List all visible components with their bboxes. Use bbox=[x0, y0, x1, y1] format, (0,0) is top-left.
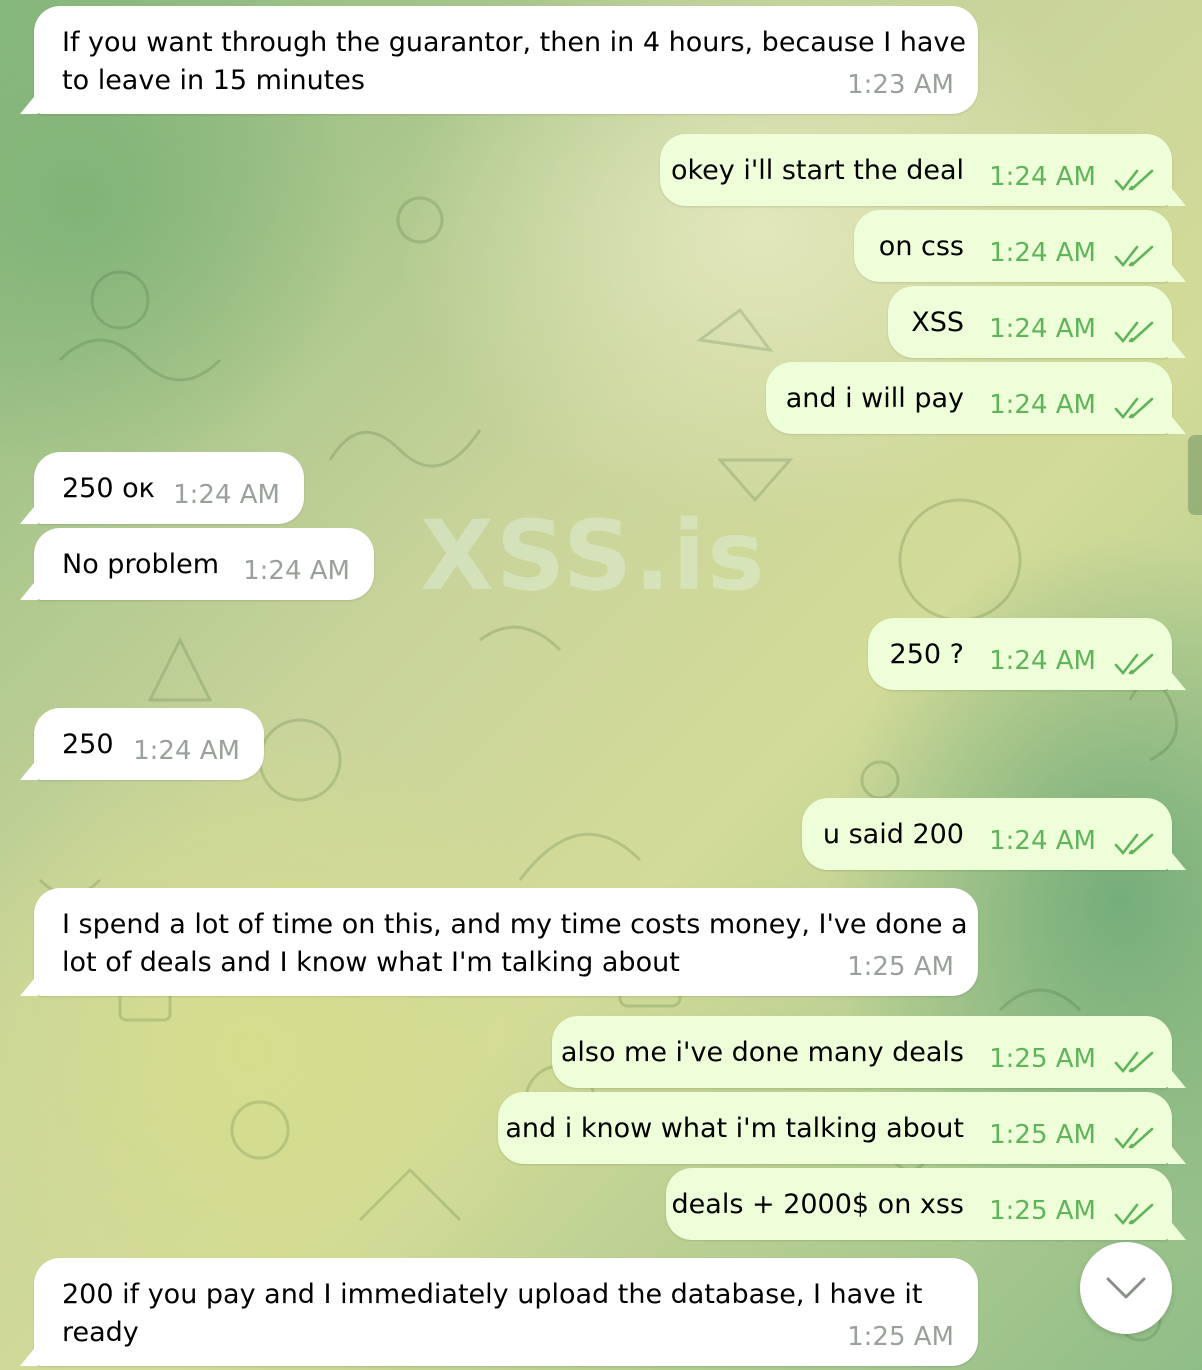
message-line: ready bbox=[62, 1317, 139, 1348]
message-line: to leave in 15 minutes bbox=[62, 65, 365, 96]
message-time: 1:24 AM bbox=[989, 238, 1096, 268]
message-time: 1:24 AM bbox=[173, 480, 280, 510]
incoming-message[interactable]: 250 1:24 AM bbox=[34, 708, 264, 780]
message-text: also me i've done many deals bbox=[560, 1037, 964, 1068]
message-line: If you want through the guarantor, then … bbox=[62, 27, 966, 58]
message-text: and i will pay bbox=[785, 383, 964, 414]
outgoing-message[interactable]: also me i've done many deals 1:25 AM bbox=[552, 1016, 1172, 1088]
double-check-icon bbox=[1114, 653, 1154, 676]
message-line: 200 if you pay and I immediately upload … bbox=[62, 1279, 923, 1310]
message-time: 1:24 AM bbox=[989, 390, 1096, 420]
message-time: 1:25 AM bbox=[989, 1120, 1096, 1150]
outgoing-message[interactable]: 250 ? 1:24 AM bbox=[868, 618, 1172, 690]
message-time: 1:24 AM bbox=[989, 162, 1096, 192]
double-check-icon bbox=[1114, 169, 1154, 192]
double-check-icon bbox=[1114, 245, 1154, 268]
message-text: deals + 2000$ on xss bbox=[671, 1189, 964, 1220]
message-text: I spend a lot of time on this, and my ti… bbox=[62, 906, 968, 982]
outgoing-message[interactable]: and i know what i'm talking about 1:25 A… bbox=[498, 1092, 1172, 1164]
message-time: 1:24 AM bbox=[989, 646, 1096, 676]
message-text: and i know what i'm talking about bbox=[505, 1113, 964, 1144]
message-time: 1:25 AM bbox=[847, 952, 954, 982]
outgoing-message[interactable]: and i will pay 1:24 AM bbox=[766, 362, 1172, 434]
message-text: u said 200 bbox=[822, 819, 964, 850]
message-line: lot of deals and I know what I'm talking… bbox=[62, 947, 680, 978]
outgoing-message[interactable]: on css 1:24 AM bbox=[854, 210, 1172, 282]
message-time: 1:25 AM bbox=[847, 1322, 954, 1352]
message-text: 250 ок bbox=[62, 473, 155, 504]
incoming-message[interactable]: 200 if you pay and I immediately upload … bbox=[34, 1258, 978, 1366]
scroll-to-bottom-button[interactable] bbox=[1080, 1242, 1172, 1334]
outgoing-message[interactable]: okey i'll start the deal 1:24 AM bbox=[660, 134, 1172, 206]
incoming-message[interactable]: I spend a lot of time on this, and my ti… bbox=[34, 888, 978, 996]
double-check-icon bbox=[1114, 1051, 1154, 1074]
scrollbar-thumb[interactable] bbox=[1188, 435, 1202, 515]
double-check-icon bbox=[1114, 1203, 1154, 1226]
message-line: I spend a lot of time on this, and my ti… bbox=[62, 909, 968, 940]
message-time: 1:25 AM bbox=[989, 1044, 1096, 1074]
outgoing-message[interactable]: deals + 2000$ on xss 1:25 AM bbox=[666, 1168, 1172, 1240]
message-time: 1:23 AM bbox=[847, 70, 954, 100]
chevron-down-icon bbox=[1106, 1277, 1146, 1299]
message-time: 1:24 AM bbox=[989, 826, 1096, 856]
incoming-message[interactable]: No problem 1:24 AM bbox=[34, 528, 374, 600]
message-text: If you want through the guarantor, then … bbox=[62, 24, 966, 100]
double-check-icon bbox=[1114, 397, 1154, 420]
message-time: 1:24 AM bbox=[989, 314, 1096, 344]
outgoing-message[interactable]: u said 200 1:24 AM bbox=[802, 798, 1172, 870]
message-text: on css bbox=[878, 231, 964, 262]
double-check-icon bbox=[1114, 1127, 1154, 1150]
incoming-message[interactable]: 250 ок 1:24 AM bbox=[34, 452, 304, 524]
message-text: okey i'll start the deal bbox=[670, 155, 964, 186]
message-time: 1:25 AM bbox=[989, 1196, 1096, 1226]
message-text: 250 ? bbox=[889, 639, 964, 670]
message-text: No problem bbox=[62, 549, 220, 580]
watermark-text: XSS.is bbox=[420, 500, 767, 612]
message-text: 250 bbox=[62, 729, 114, 760]
double-check-icon bbox=[1114, 321, 1154, 344]
double-check-icon bbox=[1114, 833, 1154, 856]
message-time: 1:24 AM bbox=[133, 736, 240, 766]
incoming-message[interactable]: If you want through the guarantor, then … bbox=[34, 6, 978, 114]
outgoing-message[interactable]: XSS 1:24 AM bbox=[888, 286, 1172, 358]
message-text: XSS bbox=[911, 307, 964, 338]
message-time: 1:24 AM bbox=[243, 556, 350, 586]
message-text: 200 if you pay and I immediately upload … bbox=[62, 1276, 922, 1352]
